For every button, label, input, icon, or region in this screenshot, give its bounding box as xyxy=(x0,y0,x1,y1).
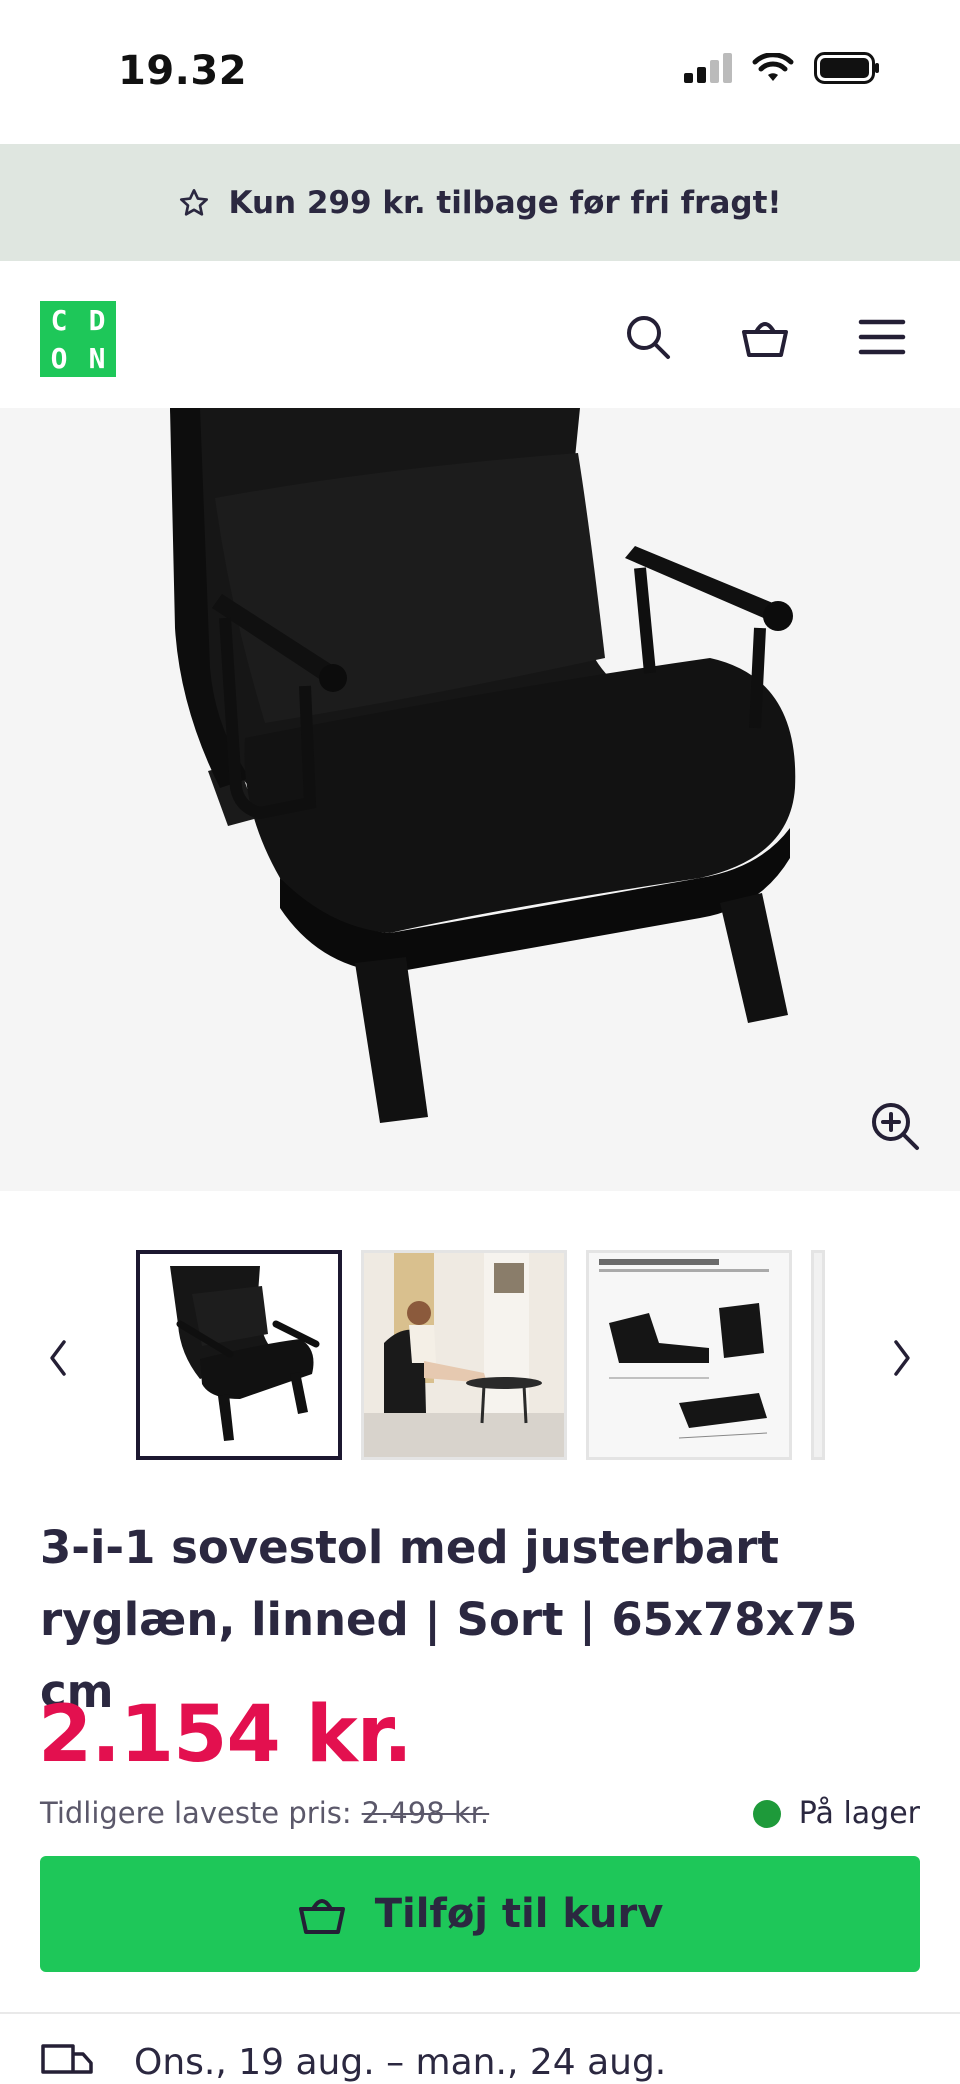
cdon-logo[interactable]: C D O N xyxy=(40,301,116,377)
menu-button[interactable] xyxy=(854,309,910,365)
logo-letter: D xyxy=(88,303,106,337)
status-bar: 19.32 xyxy=(0,0,960,144)
product-price: 2.154 kr. xyxy=(38,1690,413,1780)
section-divider xyxy=(0,2012,960,2014)
zoom-button[interactable] xyxy=(868,1099,922,1153)
thumbnail-item[interactable] xyxy=(811,1250,825,1460)
promo-text: Kun 299 kr. tilbage før fri fragt! xyxy=(228,184,782,221)
stock-status: På lager xyxy=(752,1796,920,1831)
delivery-text: Ons., 19 aug. – man., 24 aug. xyxy=(134,2041,667,2083)
previous-lowest-price: Tidligere laveste pris: 2.498 kr. xyxy=(40,1796,489,1830)
basket-icon xyxy=(742,322,788,357)
lifestyle-thumbnail-image xyxy=(364,1253,564,1457)
stock-indicator-dot xyxy=(752,1799,781,1828)
chevron-left-icon xyxy=(50,1340,66,1376)
chair-thumbnail-image xyxy=(140,1254,338,1456)
search-icon xyxy=(627,316,670,359)
add-to-cart-label: Tilføj til kurv xyxy=(374,1891,664,1937)
stock-label: På lager xyxy=(798,1796,920,1831)
chevron-right-icon xyxy=(894,1340,910,1376)
battery-icon xyxy=(814,52,879,84)
status-icons xyxy=(684,52,880,84)
logo-letter: C xyxy=(50,303,68,337)
gallery-prev-button[interactable] xyxy=(38,1330,78,1386)
menu-icon xyxy=(858,319,906,355)
logo-letter: O xyxy=(50,341,68,375)
previous-price-value: 2.498 kr. xyxy=(361,1796,490,1830)
site-header: C D O N xyxy=(0,261,960,409)
thumbnail-gallery xyxy=(0,1250,960,1466)
dimensions-thumbnail-image xyxy=(589,1253,789,1457)
zoom-in-icon xyxy=(872,1103,919,1150)
thumbnail-item[interactable] xyxy=(136,1250,342,1460)
basket-icon xyxy=(298,1899,345,1934)
logo-letter: N xyxy=(88,341,106,375)
search-button[interactable] xyxy=(620,309,676,365)
cart-button[interactable] xyxy=(737,309,793,365)
thumbnail-item[interactable] xyxy=(586,1250,792,1460)
gallery-next-button[interactable] xyxy=(882,1330,922,1386)
free-shipping-banner: Kun 299 kr. tilbage før fri fragt! xyxy=(0,144,960,261)
add-to-cart-button[interactable]: Tilføj til kurv xyxy=(40,1856,920,1972)
cellular-signal-icon xyxy=(684,53,732,83)
chair-image xyxy=(170,408,796,1123)
delivery-estimate: Ons., 19 aug. – man., 24 aug. xyxy=(40,2040,666,2084)
status-time: 19.32 xyxy=(118,48,248,94)
star-icon xyxy=(180,188,209,216)
wifi-icon xyxy=(752,53,794,81)
truck-icon xyxy=(41,2044,93,2074)
thumbnail-item[interactable] xyxy=(361,1250,567,1460)
product-main-image[interactable] xyxy=(0,408,960,1191)
previous-price-label: Tidligere laveste pris: xyxy=(40,1796,352,1830)
